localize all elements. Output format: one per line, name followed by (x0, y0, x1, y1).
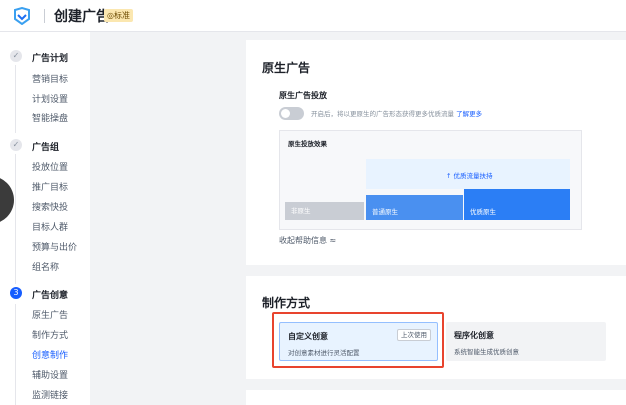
sidebar-item-audience[interactable]: 目标人群 (32, 220, 68, 233)
header-divider (44, 9, 45, 23)
native-ad-toggle-label: 原生广告投放 (279, 91, 327, 100)
sidebar-item-creative-make[interactable]: 创意制作 (32, 348, 68, 361)
sidebar-item-aux-settings[interactable]: 辅助设置 (32, 368, 68, 381)
step-connector (15, 304, 16, 405)
native-ad-title: 原生广告 (262, 61, 311, 75)
toggle-knob (281, 109, 290, 118)
sidebar-item-search-quick[interactable]: 搜索快投 (32, 200, 68, 213)
last-used-tag: 上次使用 (397, 329, 431, 341)
collapse-help-link[interactable]: 收起帮助信息 ≈ (279, 235, 336, 246)
step-check-icon: ✓ (10, 139, 22, 151)
step-sidebar: ✓ 广告计划 营销目标 计划设置 智能操盘 ✓ 广告组 投放位置 推广目标 搜索… (0, 32, 90, 405)
learn-more-link[interactable]: 了解更多 (456, 110, 482, 118)
native-ad-toggle[interactable] (279, 107, 304, 120)
native-ad-tip: 开启后，将以更原生的广告形态获得更多优质流量 了解更多 (311, 108, 482, 118)
custom-creative-option[interactable]: 自定义创意 对创意素材进行灵活配置 上次使用 (279, 322, 438, 361)
step-connector (15, 154, 16, 284)
step-connector (15, 65, 16, 133)
bar-non-native: 非原生 (285, 202, 364, 220)
programmatic-creative-option[interactable]: 程序化创意 系统智能生成优质创意 (446, 322, 606, 361)
sidebar-item-smart-ops[interactable]: 智能操盘 (32, 111, 68, 124)
bar-quality-native: 优质原生 (464, 189, 570, 220)
step-check-icon: ✓ (10, 50, 22, 62)
sidebar-item-promo-target[interactable]: 推广目标 (32, 180, 68, 193)
tip-text: 开启后，将以更原生的广告形态获得更多优质流量 (311, 110, 454, 118)
page-title: 创建广告 (54, 9, 110, 25)
sidebar-group-creative[interactable]: 广告创意 (32, 288, 68, 301)
sidebar-item-plan-settings[interactable]: 计划设置 (32, 92, 68, 105)
option-desc: 对创意素材进行灵活配置 (288, 349, 360, 357)
production-title: 制作方式 (262, 296, 311, 310)
bar-normal-native: 普通原生 (366, 195, 463, 220)
sidebar-item-placement[interactable]: 投放位置 (32, 160, 68, 173)
step-number-icon: 3 (10, 287, 22, 299)
native-effect-preview: 原生投放效果 ↑ 优质流量扶持 非原生 普通原生 优质原生 (279, 130, 582, 230)
sidebar-item-marketing-goal[interactable]: 营销目标 (32, 72, 68, 85)
standard-badge: ◎标准 (104, 9, 133, 22)
top-bar: 创建广告 ◎标准 (0, 0, 626, 32)
next-card (246, 390, 626, 405)
sidebar-item-production-method[interactable]: 制作方式 (32, 328, 68, 341)
option-title: 自定义创意 (288, 332, 328, 341)
sidebar-item-budget-bid[interactable]: 预算与出价 (32, 240, 77, 253)
sidebar-item-tracking-link[interactable]: 监测链接 (32, 388, 68, 401)
option-title: 程序化创意 (454, 331, 494, 340)
app-logo-icon (14, 7, 30, 25)
option-desc: 系统智能生成优质创意 (454, 348, 519, 356)
sidebar-group-adgroup[interactable]: 广告组 (32, 140, 59, 153)
sidebar-item-native-ad[interactable]: 原生广告 (32, 308, 68, 321)
boost-label: ↑ 优质流量扶持 (446, 172, 493, 180)
sidebar-item-group-name[interactable]: 组名称 (32, 260, 59, 273)
preview-title: 原生投放效果 (288, 140, 327, 148)
sidebar-group-plan[interactable]: 广告计划 (32, 51, 68, 64)
